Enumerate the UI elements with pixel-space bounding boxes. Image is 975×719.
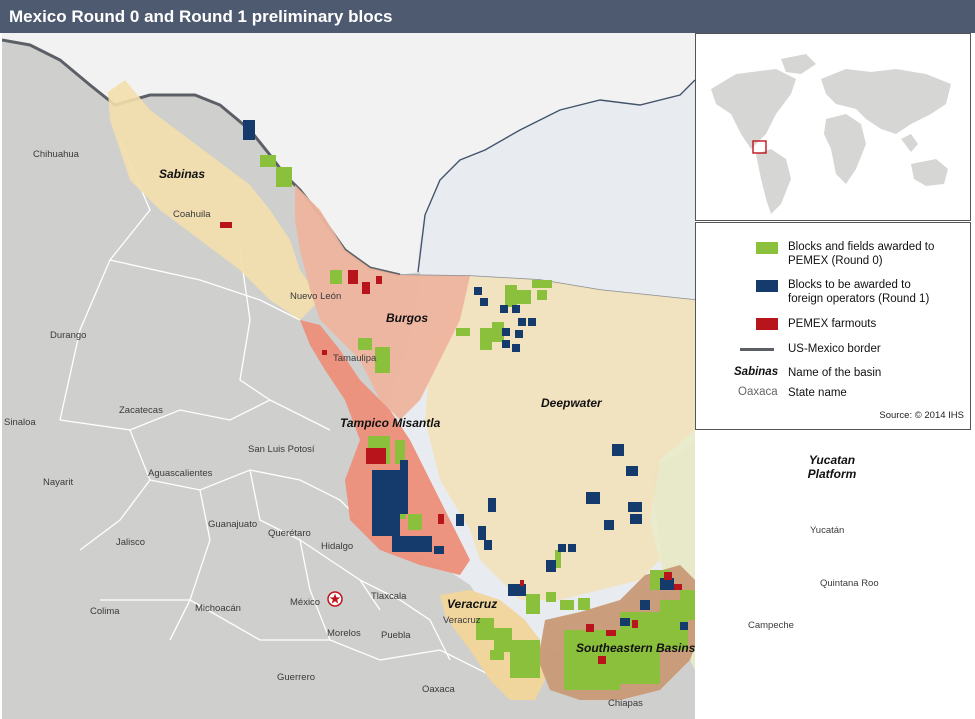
state-label-michoacan: Michoacán (195, 603, 241, 614)
state-label-hidalgo: Hidalgo (321, 541, 354, 552)
basin-label-burgos: Burgos (386, 311, 428, 325)
legend-round1-line1: Blocks to be awarded to (788, 279, 911, 291)
state-label-aguascalientes: Aguascalientes (148, 468, 213, 479)
state-label-mexico: México (290, 597, 321, 608)
state-label-durango: Durango (50, 330, 87, 341)
legend-border-label: US-Mexico border (788, 343, 881, 355)
basin-label-veracruz: Veracruz (447, 597, 498, 611)
map-figure: Mexico Round 0 and Round 1 preliminary b… (0, 0, 975, 719)
state-label-tlaxcala: Tlaxcala (371, 591, 407, 602)
state-label-yucatan: Yucatán (810, 525, 845, 536)
farmout-swatch (756, 318, 778, 330)
state-label-nuevo-leon: Nuevo León (290, 291, 342, 302)
basin-label-sabinas: Sabinas (159, 167, 206, 181)
star-in-circle-icon (327, 591, 343, 607)
round0-swatch (756, 242, 778, 254)
state-label-tamaulipa: Tamaulipa (333, 353, 377, 364)
legend-source: Source: © 2014 IHS (879, 410, 964, 421)
basin-label-yucatan-platform: Yucatan Platform (797, 453, 867, 481)
state-label-guerrero: Guerrero (277, 672, 316, 683)
round1-swatch (756, 280, 778, 292)
world-map (696, 34, 970, 220)
world-inset-map (695, 33, 971, 221)
state-label-veracruz: Veracruz (443, 615, 481, 626)
legend-round1-line2: foreign operators (Round 1) (788, 293, 930, 305)
legend-basin-desc: Name of the basin (788, 367, 882, 379)
yucatan-line2: Platform (807, 467, 857, 481)
basin-label-tampico: Tampico Misantla (340, 416, 441, 430)
state-label-morelos: Morelos (327, 628, 361, 639)
legend-farmouts-label: PEMEX farmouts (788, 318, 877, 330)
yucatan-line1: Yucatan (808, 453, 856, 467)
legend-basin-example: Sabinas (734, 366, 779, 378)
state-label-zacatecas: Zacatecas (119, 405, 163, 416)
state-label-campeche: Campeche (748, 620, 794, 631)
state-label-chihuahua: Chihuahua (33, 149, 79, 160)
legend-round0-line2: PEMEX (Round 0) (788, 255, 883, 267)
title-bar: Mexico Round 0 and Round 1 preliminary b… (0, 0, 975, 33)
legend-state-example: Oaxaca (738, 386, 778, 398)
basin-label-southeastern: Southeastern Basins (576, 641, 696, 655)
legend-round0-line1: Blocks and fields awarded to (788, 241, 935, 253)
state-label-sinaloa: Sinaloa (4, 417, 36, 428)
state-label-queretaro: Querétaro (268, 528, 311, 539)
state-label-colima: Colima (90, 606, 120, 617)
state-label-nayarit: Nayarit (43, 477, 74, 488)
state-label-coahuila: Coahuila (173, 209, 211, 220)
map-legend: Blocks and fields awarded to PEMEX (Roun… (695, 222, 971, 430)
state-label-puebla: Puebla (381, 630, 411, 641)
border-line-swatch (740, 348, 774, 351)
state-label-chiapas: Chiapas (608, 698, 643, 709)
state-label-san-luis-potosi: San Luis Potosí (248, 444, 315, 455)
legend-state-desc: State name (788, 387, 847, 399)
state-label-quintana-roo: Quintana Roo (820, 578, 879, 589)
map-title: Mexico Round 0 and Round 1 preliminary b… (9, 7, 393, 26)
basin-label-deepwater: Deepwater (541, 396, 602, 410)
state-label-jalisco: Jalisco (116, 537, 146, 548)
state-label-oaxaca: Oaxaca (422, 684, 455, 695)
state-label-guanajuato: Guanajuato (208, 519, 258, 530)
